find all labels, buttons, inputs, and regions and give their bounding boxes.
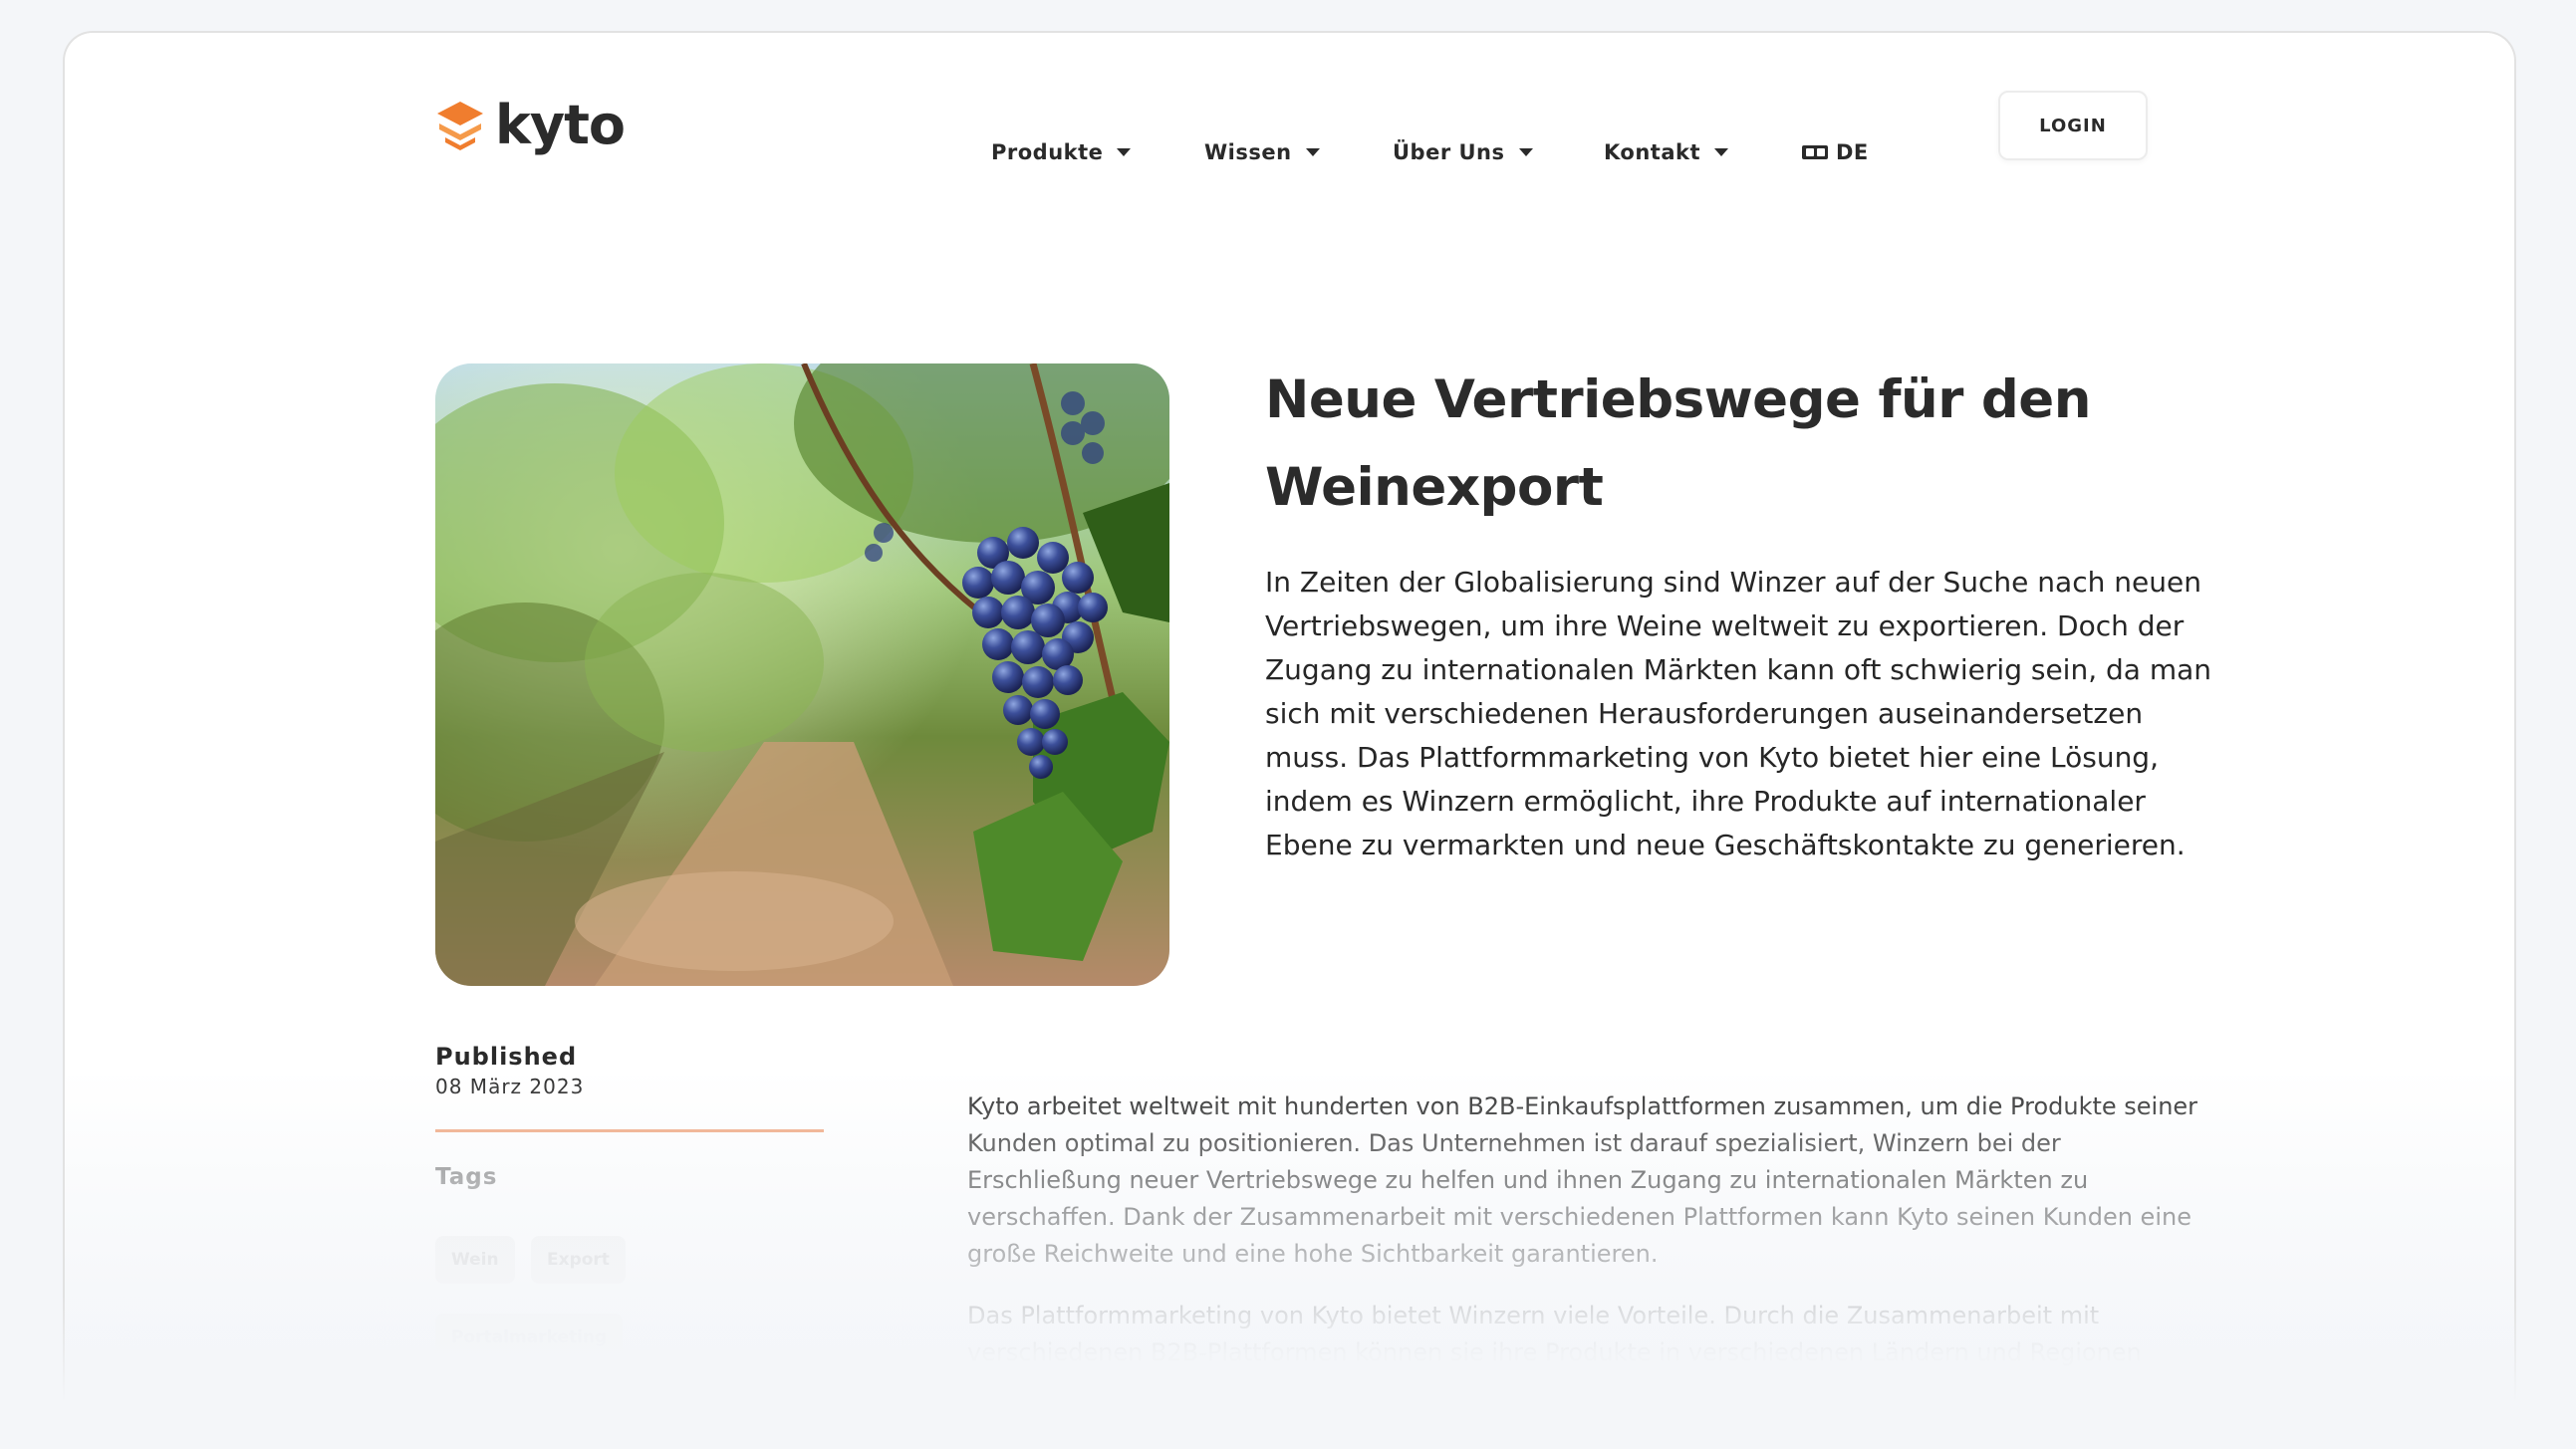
published-label: Published — [435, 1043, 578, 1071]
language-label: DE — [1836, 140, 1869, 164]
vineyard-grapes-image — [435, 363, 1169, 986]
nav-wissen[interactable]: Wissen — [1204, 140, 1320, 164]
sidebar-divider — [435, 1129, 824, 1132]
kyto-logo[interactable]: kyto — [435, 94, 626, 156]
nav-ueber-uns-label: Über Uns — [1393, 140, 1505, 164]
article-paragraph: Kyto arbeitet weltweit mit hunderten von… — [967, 1092, 2198, 1268]
browser-page: kyto Produkte Wissen Über Uns Kontakt DE… — [63, 31, 2516, 1449]
article-body: Kyto arbeitet weltweit mit hunderten von… — [967, 1088, 2202, 1396]
nav-kontakt-label: Kontakt — [1604, 140, 1700, 164]
chevron-down-icon — [1305, 148, 1320, 156]
published-date: 08 März 2023 — [435, 1075, 585, 1098]
tag-chip[interactable]: Export — [531, 1236, 626, 1284]
chevron-down-icon — [1117, 148, 1132, 156]
login-button[interactable]: LOGIN — [1998, 91, 2148, 160]
language-switcher[interactable]: DE — [1802, 140, 1869, 164]
chevron-down-icon — [1714, 148, 1728, 156]
article-intro: In Zeiten der Globalisierung sind Winzer… — [1265, 566, 2212, 861]
tags-label: Tags — [435, 1164, 498, 1190]
kyto-logo-icon — [437, 102, 483, 150]
tag-chip[interactable]: Wein — [435, 1236, 515, 1284]
nav-kontakt[interactable]: Kontakt — [1604, 140, 1728, 164]
nav-produkte-label: Produkte — [991, 140, 1104, 164]
tag-chip[interactable]: Portalmarketing — [435, 1314, 624, 1361]
translate-icon — [1802, 145, 1828, 159]
nav-ueber-uns[interactable]: Über Uns — [1393, 140, 1533, 164]
nav-wissen-label: Wissen — [1204, 140, 1292, 164]
logo-text: kyto — [495, 94, 626, 156]
article-paragraph: Das Plattformmarketing von Kyto bietet W… — [967, 1302, 2142, 1366]
nav-produkte[interactable]: Produkte — [991, 140, 1132, 164]
article-title: Neue Vertriebswege für den Weinexport — [1265, 369, 2091, 518]
chevron-down-icon — [1518, 148, 1533, 156]
